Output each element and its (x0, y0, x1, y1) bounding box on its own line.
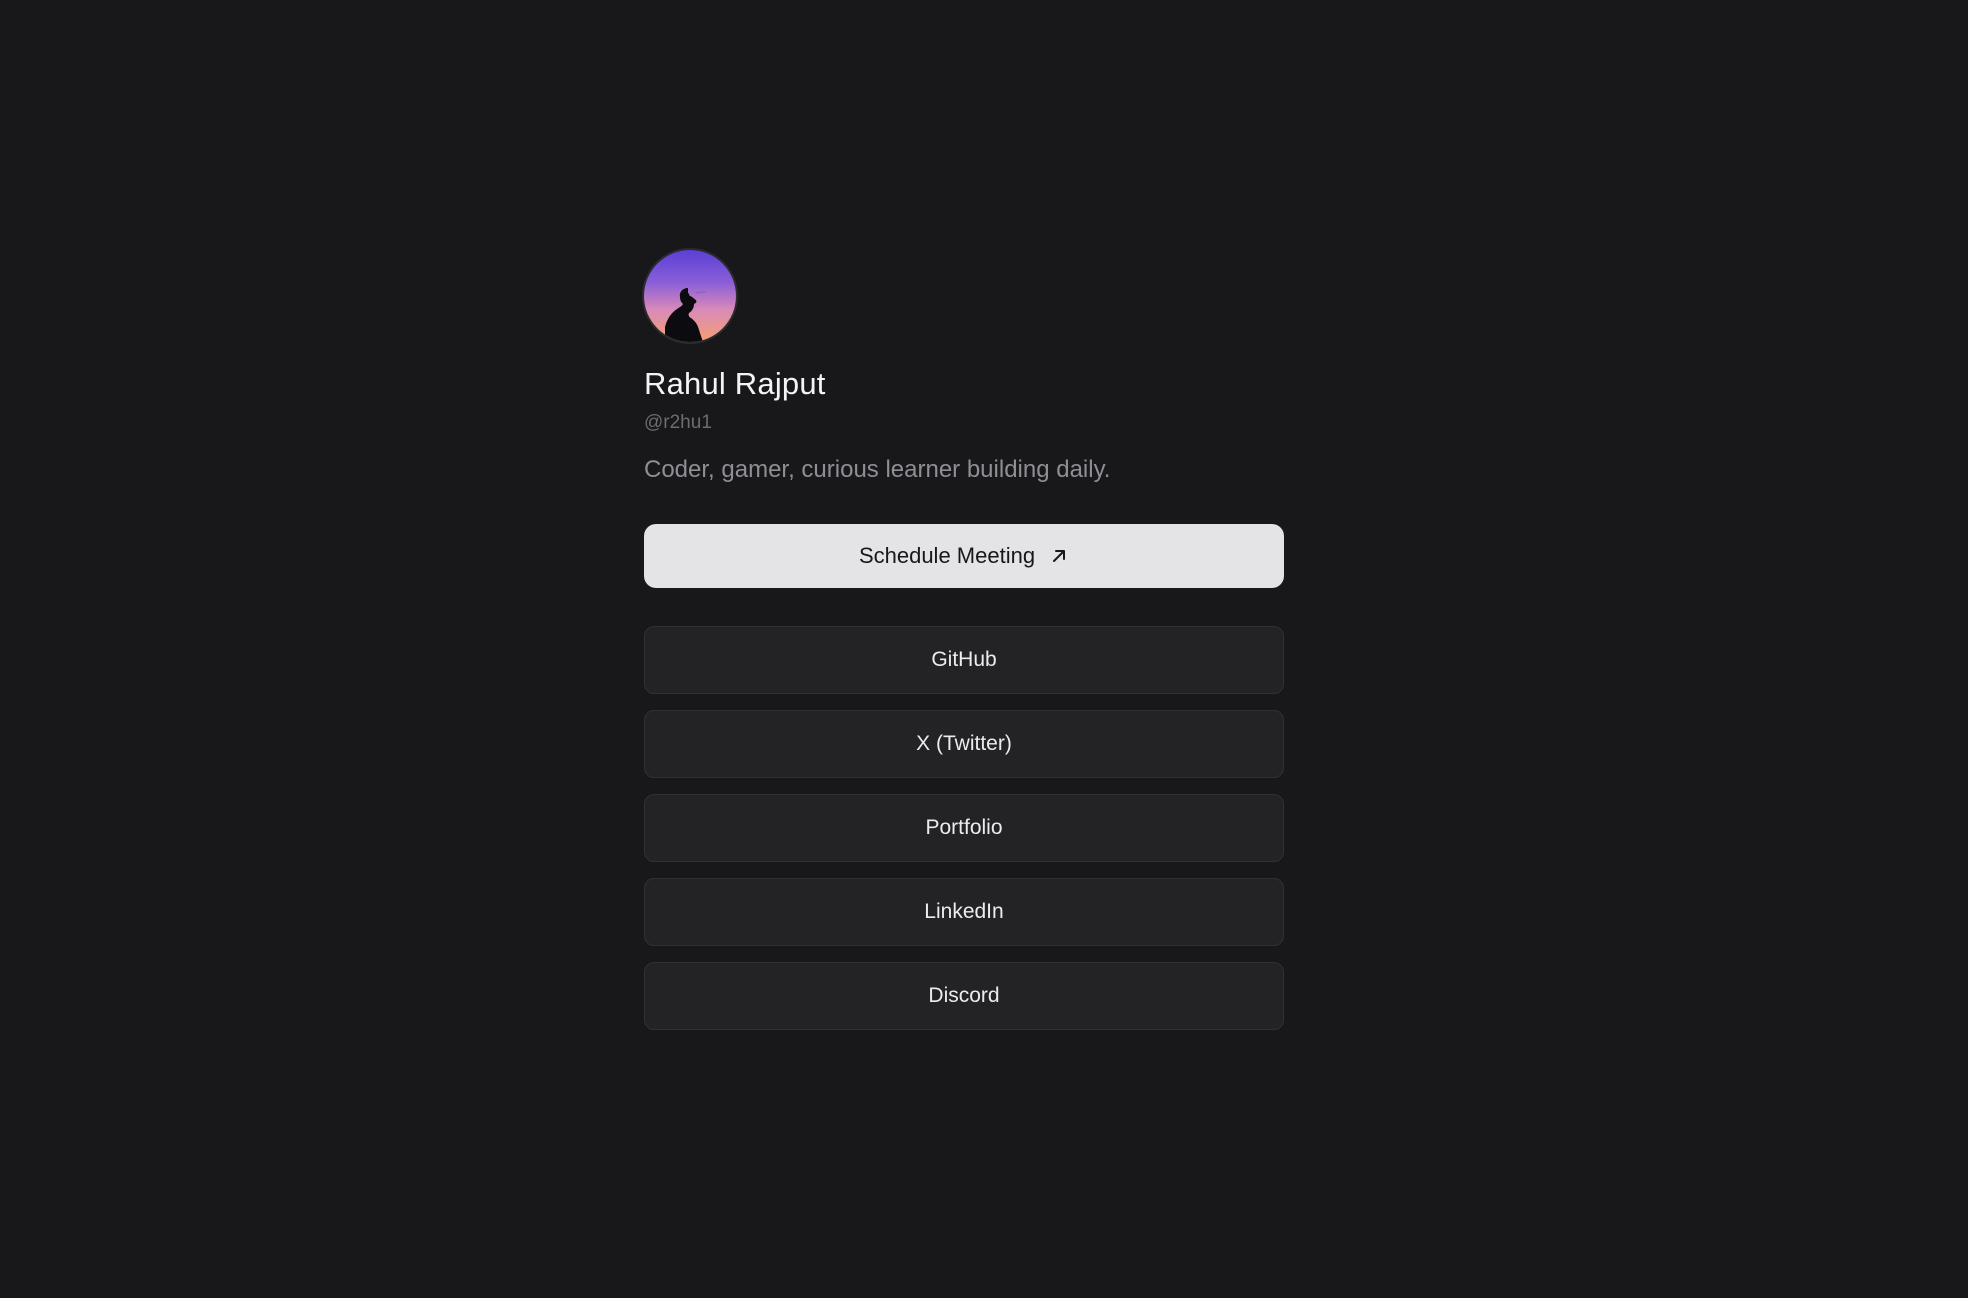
profile-bio: Coder, gamer, curious learner building d… (644, 456, 1111, 483)
avatar-photo-icon (644, 250, 736, 342)
discord-link-button[interactable]: Discord (644, 962, 1284, 1030)
link-list: GitHub X (Twitter) Portfolio LinkedIn Di… (644, 626, 1284, 1030)
portfolio-link-button[interactable]: Portfolio (644, 794, 1284, 862)
avatar (644, 250, 736, 342)
schedule-meeting-button[interactable]: Schedule Meeting (644, 524, 1284, 588)
profile-name: Rahul Rajput (644, 366, 826, 401)
profile-handle: @r2hu1 (644, 412, 712, 433)
profile-card: Rahul Rajput @r2hu1 Coder, gamer, curiou… (644, 250, 1284, 1030)
twitter-link-button[interactable]: X (Twitter) (644, 710, 1284, 778)
page: Rahul Rajput @r2hu1 Coder, gamer, curiou… (0, 0, 1968, 1298)
linkedin-link-button[interactable]: LinkedIn (644, 878, 1284, 946)
schedule-meeting-label: Schedule Meeting (858, 543, 1036, 568)
arrow-up-right-icon (1049, 546, 1069, 566)
github-link-button[interactable]: GitHub (644, 626, 1284, 694)
